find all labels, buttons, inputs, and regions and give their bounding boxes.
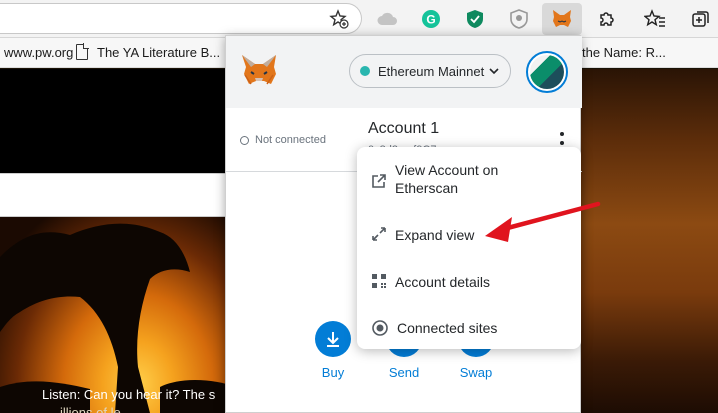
connected-sites-label: Connected sites bbox=[397, 320, 498, 336]
metamask-fox-logo bbox=[240, 53, 278, 92]
shield-extension-icon[interactable] bbox=[462, 6, 488, 32]
menu-item-connected-sites[interactable]: Connected sites bbox=[357, 317, 581, 339]
extensions-puzzle-icon[interactable] bbox=[594, 6, 620, 32]
connected-sites-icon bbox=[371, 319, 389, 340]
download-icon bbox=[315, 321, 351, 357]
page-dark-banner bbox=[0, 69, 230, 173]
browser-toolbar: G bbox=[0, 0, 718, 38]
menu-item-account-details[interactable]: Account details bbox=[357, 271, 581, 293]
send-label: Send bbox=[388, 365, 420, 380]
sunset-image-left bbox=[0, 217, 230, 413]
expand-view-label: Expand view bbox=[395, 227, 475, 243]
account-options-menu: View Account on Etherscan Expand view Ac… bbox=[357, 147, 581, 349]
identicon bbox=[530, 55, 564, 89]
address-bar[interactable] bbox=[0, 3, 362, 34]
network-selector[interactable]: Ethereum Mainnet bbox=[349, 54, 511, 88]
expand-arrows-icon bbox=[371, 226, 387, 245]
chevron-down-icon bbox=[488, 65, 500, 80]
account-name[interactable]: Account 1 bbox=[368, 120, 439, 138]
menu-item-view-on-etherscan[interactable]: View Account on Etherscan bbox=[357, 161, 581, 201]
tree-silhouette-image bbox=[0, 223, 230, 413]
grammarly-icon[interactable]: G bbox=[418, 6, 444, 32]
status-circle-icon bbox=[240, 135, 249, 145]
network-name: Ethereum Mainnet bbox=[378, 63, 485, 79]
svg-text:G: G bbox=[426, 13, 435, 27]
bookmark-ya-literature[interactable]: The YA Literature B... bbox=[97, 45, 220, 60]
account-avatar[interactable] bbox=[526, 51, 568, 93]
kebab-dot bbox=[560, 141, 564, 145]
bookmark-pw-org[interactable]: www.pw.org bbox=[4, 45, 73, 60]
connection-status[interactable]: Not connected bbox=[240, 134, 326, 146]
account-details-label: Account details bbox=[395, 274, 490, 290]
collections-icon[interactable] bbox=[688, 6, 714, 32]
buy-button[interactable]: Buy bbox=[303, 321, 363, 380]
sunset-image-right bbox=[580, 69, 718, 413]
favorites-icon[interactable] bbox=[642, 6, 668, 32]
kebab-dot bbox=[560, 132, 564, 136]
bookmark-the-name[interactable]: the Name: R... bbox=[582, 45, 666, 60]
network-status-dot bbox=[360, 66, 370, 76]
metamask-extension-icon[interactable] bbox=[549, 6, 575, 32]
ghostery-icon[interactable] bbox=[506, 6, 532, 32]
document-icon bbox=[76, 43, 89, 60]
qr-code-icon bbox=[371, 273, 387, 292]
connection-status-label: Not connected bbox=[255, 134, 326, 146]
page-white-band bbox=[0, 173, 230, 217]
swap-label: Swap bbox=[459, 365, 493, 380]
metamask-header: Ethereum Mainnet bbox=[226, 36, 582, 108]
external-link-icon bbox=[371, 173, 387, 192]
cloud-icon[interactable] bbox=[374, 6, 400, 32]
page-caption-continued: illions of le bbox=[60, 405, 121, 413]
buy-label: Buy bbox=[321, 365, 345, 380]
menu-item-expand-view[interactable]: Expand view bbox=[357, 224, 581, 246]
page-caption: Listen: Can you hear it? The s bbox=[42, 387, 216, 402]
view-on-etherscan-label: View Account on Etherscan bbox=[395, 162, 499, 196]
add-favorite-icon[interactable] bbox=[326, 6, 352, 32]
